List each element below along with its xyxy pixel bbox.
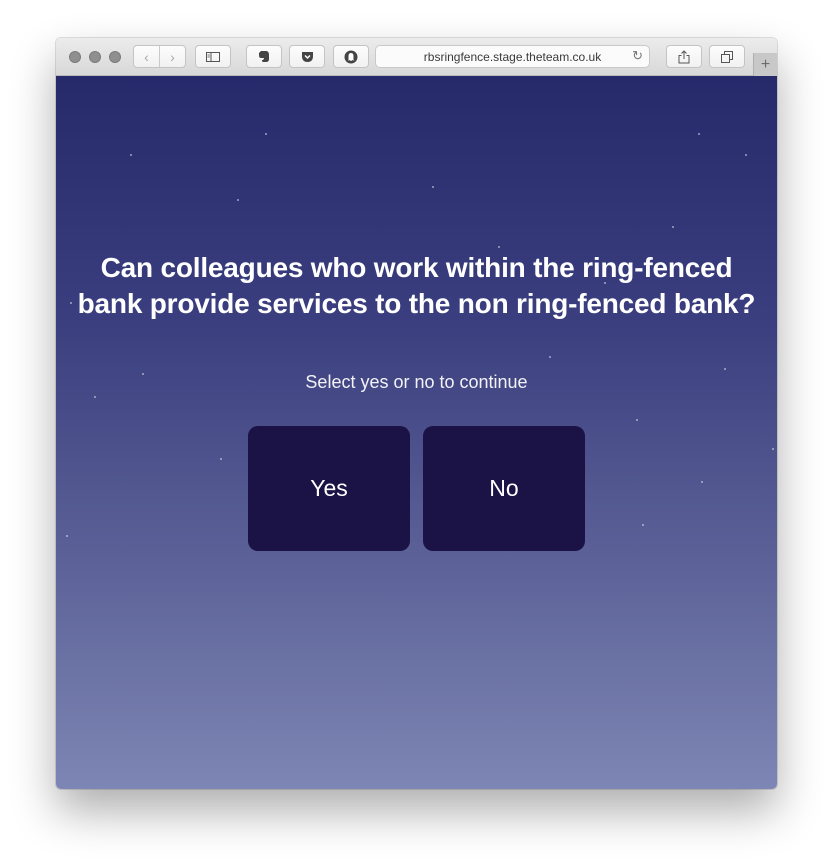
sidebar-toggle-button[interactable]	[195, 45, 231, 68]
instruction-text: Select yes or no to continue	[305, 372, 528, 392]
show-tabs-button[interactable]	[709, 45, 745, 68]
ghostery-extension-button[interactable]	[333, 45, 369, 68]
back-icon[interactable]: ‹	[134, 46, 160, 67]
star	[724, 368, 726, 370]
star	[265, 133, 267, 135]
question-heading: Can colleagues who work within the ring-…	[77, 252, 756, 319]
star	[698, 133, 700, 135]
ghostery-icon	[344, 50, 358, 63]
star	[636, 419, 638, 421]
star	[549, 356, 551, 358]
no-button[interactable]: No	[423, 426, 585, 551]
yes-button[interactable]: Yes	[248, 426, 410, 551]
star	[94, 396, 96, 398]
star	[220, 458, 222, 460]
evernote-icon	[259, 51, 269, 62]
share-icon	[678, 49, 690, 63]
star	[745, 154, 747, 156]
star	[130, 154, 132, 156]
url-text: rbsringfence.stage.theteam.co.uk	[423, 49, 602, 64]
browser-toolbar: ‹ › rbsringfence.stage.theteam.co.uk ↻ +	[56, 38, 777, 76]
address-bar[interactable]: rbsringfence.stage.theteam.co.uk ↻	[375, 45, 650, 68]
new-tab-button[interactable]: +	[753, 53, 777, 76]
star	[66, 535, 68, 537]
share-button[interactable]	[666, 45, 702, 68]
close-window-button[interactable]	[69, 51, 81, 63]
forward-icon[interactable]: ›	[160, 46, 185, 67]
browser-window: ‹ › rbsringfence.stage.theteam.co.uk ↻ +…	[56, 38, 777, 789]
star	[432, 186, 434, 188]
minimize-window-button[interactable]	[89, 51, 101, 63]
star	[672, 226, 674, 228]
star	[642, 524, 644, 526]
evernote-extension-button[interactable]	[246, 45, 282, 68]
zoom-window-button[interactable]	[109, 51, 121, 63]
reload-icon[interactable]: ↻	[632, 48, 643, 64]
star	[237, 199, 239, 201]
page-viewport: Can colleagues who work within the ring-…	[56, 76, 777, 789]
plus-icon: +	[760, 55, 771, 73]
star	[772, 448, 774, 450]
tabs-icon	[721, 50, 733, 63]
pocket-icon	[301, 51, 313, 62]
sidebar-icon	[206, 51, 220, 62]
star	[498, 246, 500, 248]
pocket-extension-button[interactable]	[289, 45, 325, 68]
history-nav: ‹ ›	[133, 45, 186, 68]
star	[701, 481, 703, 483]
